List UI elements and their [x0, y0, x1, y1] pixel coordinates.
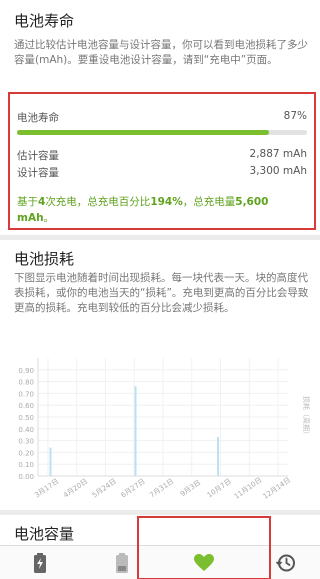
- battery-wear-section: 电池损耗 下图显示电池随着时间出现损耗。每一块代表一天。块的高度代表损耗，或你的…: [0, 240, 320, 510]
- battery-icon: [116, 553, 128, 573]
- x-tick-label: 5月24日: [91, 477, 118, 499]
- battery-life-row: 电池寿命 87%: [17, 110, 307, 125]
- design-capacity-row: 设计容量 3,300 mAh: [17, 165, 307, 180]
- y-tick-label: 0.30: [18, 438, 34, 446]
- x-tick-label: 3月17日: [33, 477, 60, 499]
- heart-icon: [194, 554, 214, 571]
- y-axis-label: 损耗（周期）: [302, 396, 311, 438]
- battery-capacity-title: 电池容量: [14, 525, 75, 543]
- battery-life-section: 电池寿命 通过比较估计电池容量与设计容量，你可以看到电池损耗了多少容量(mAh)…: [0, 0, 320, 235]
- y-tick-label: 0.60: [18, 402, 34, 410]
- y-tick-label: 0.20: [18, 449, 34, 457]
- estimated-capacity-row: 估计容量 2,887 mAh: [17, 148, 307, 163]
- summary-percent: 194%: [150, 196, 183, 208]
- summary-text-1: 次充电，总充电百分比: [45, 196, 151, 208]
- battery-life-progress: [17, 130, 307, 135]
- charge-summary: 基于4次充电，总充电百分比194%，总充电量5,600 mAh。: [17, 194, 307, 226]
- summary-text-2: ，总充电量: [182, 196, 236, 208]
- y-tick-label: 0.80: [18, 379, 34, 387]
- x-tick-label: 12月14日: [262, 476, 293, 501]
- battery-capacity-section: 电池容量: [0, 515, 320, 545]
- summary-suffix: 。: [43, 212, 55, 224]
- x-tick-label: 11月10日: [233, 476, 264, 501]
- x-tick-label: 9月3日: [179, 479, 202, 499]
- x-tick-label: 10月7日: [206, 477, 233, 499]
- y-tick-label: 0.50: [18, 414, 34, 422]
- nav-charging[interactable]: [8, 546, 72, 579]
- x-tick-label: 7月31日: [148, 477, 175, 499]
- battery-life-percent: 87%: [283, 110, 307, 122]
- y-tick-label: 0.40: [18, 426, 34, 434]
- nav-health[interactable]: [172, 546, 236, 579]
- battery-charging-icon: [34, 553, 46, 573]
- nav-history[interactable]: [254, 546, 318, 579]
- estimated-capacity-label: 估计容量: [17, 150, 59, 162]
- battery-life-label: 电池寿命: [17, 112, 59, 124]
- battery-life-progress-fill: [17, 130, 270, 135]
- summary-prefix: 基于: [17, 196, 38, 208]
- y-tick-label: 0.10: [18, 461, 34, 469]
- wear-chart[interactable]: 0.90 0.80 0.70 0.60 0.50 0.40 0.30 0.20 0.10 0.00…: [8, 348, 312, 506]
- design-capacity-value: 3,300 mAh: [249, 165, 307, 177]
- y-tick-label: 0.00: [18, 473, 34, 481]
- x-tick-label: 6月27日: [120, 477, 147, 499]
- battery-life-description: 通过比较估计电池容量与设计容量，你可以看到电池损耗了多少容量(mAh)。要重设电…: [14, 39, 308, 66]
- wear-bar: [217, 437, 219, 476]
- history-icon: [276, 554, 295, 572]
- bottom-nav: [0, 516, 320, 579]
- wear-bar: [134, 386, 137, 476]
- battery-wear-description: 下图显示电池随着时间出现损耗。每一块代表一天。块的高度代表损耗，或你的电池当天的…: [14, 272, 309, 314]
- wear-chart-svg: 0.90 0.80 0.70 0.60 0.50 0.40 0.30 0.20 0.10 0.00…: [18, 358, 311, 501]
- battery-wear-title: 电池损耗: [14, 250, 75, 268]
- battery-life-title: 电池寿命: [14, 12, 75, 30]
- wear-bar: [49, 447, 52, 476]
- nav-discharging[interactable]: [90, 546, 154, 579]
- y-tick-label: 0.70: [18, 390, 34, 398]
- battery-life-panel: 电池寿命 87% 估计容量 2,887 mAh 设计容量 3,300 mAh 基…: [8, 92, 316, 230]
- design-capacity-label: 设计容量: [17, 167, 59, 179]
- x-tick-label: 4月20日: [62, 477, 89, 499]
- estimated-capacity-value: 2,887 mAh: [249, 148, 307, 160]
- y-tick-label: 0.90: [18, 367, 34, 375]
